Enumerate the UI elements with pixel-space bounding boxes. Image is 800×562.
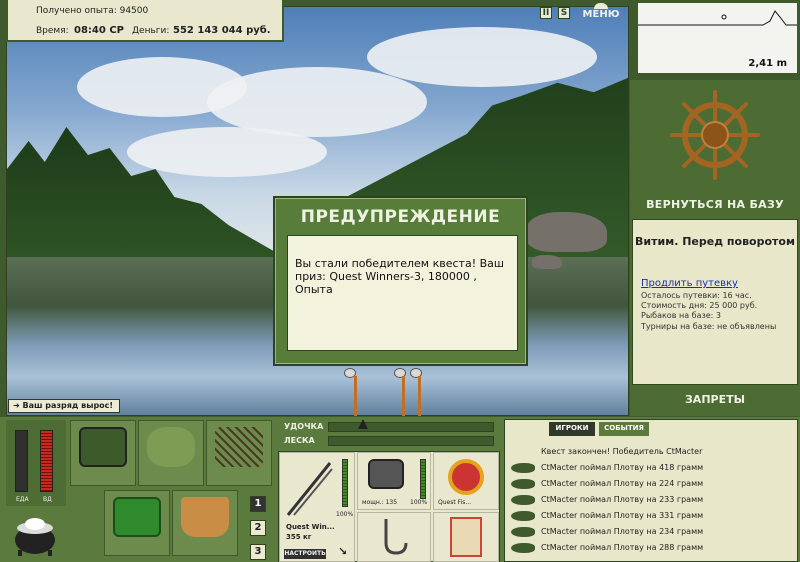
- bag-icon: [79, 427, 127, 467]
- bucket-icon: [181, 497, 229, 537]
- catch-line: CtMacter поймал Плотву на 288 грамм: [541, 543, 704, 552]
- bans-button[interactable]: ЗАПРЕТЫ: [630, 393, 800, 406]
- fish-icon: [511, 543, 535, 553]
- inventory-tab-1[interactable]: 1: [250, 496, 266, 512]
- line-spool-icon: [448, 459, 484, 495]
- rod-1[interactable]: [354, 376, 357, 416]
- float-marker: [721, 14, 727, 20]
- reel-power: мощн.: 135: [362, 499, 398, 506]
- inventory-tab-3[interactable]: 3: [250, 544, 266, 560]
- base-name: Витим. Перед поворотом: [635, 235, 795, 248]
- tournaments-info: Турниры на базе: не объявлены: [641, 322, 777, 331]
- tension-pointer-icon: [358, 419, 368, 429]
- time-label: Время:: [36, 26, 69, 36]
- inventory-slot-net[interactable]: [206, 420, 272, 486]
- setup-button[interactable]: НАСТРОИТЬ: [284, 549, 326, 559]
- menu-button[interactable]: МЕНЮ: [580, 3, 622, 23]
- rod-percent: 100%: [336, 511, 354, 518]
- inventory-slot-bag[interactable]: [70, 420, 136, 486]
- depth-panel: 2,41 m: [635, 0, 800, 76]
- anglers-count: Рыбаков на базе: 3: [641, 311, 721, 320]
- basket-icon: [113, 497, 161, 537]
- rod-2[interactable]: [402, 376, 405, 416]
- rank-up-banner[interactable]: ➜ Ваш разряд вырос!: [8, 399, 120, 413]
- expand-arrow-icon[interactable]: ↘: [338, 545, 347, 558]
- food-bar: [15, 430, 28, 492]
- rod-icon: [286, 462, 333, 516]
- sack-icon: [147, 427, 195, 467]
- tab-players[interactable]: ИГРОКИ: [549, 422, 595, 436]
- rod-durability-bar: [342, 459, 348, 507]
- fish-icon: [511, 511, 535, 521]
- depth-value: 2,41 m: [748, 58, 787, 69]
- bait-cell[interactable]: [433, 512, 499, 562]
- inventory-slot-sack[interactable]: [138, 420, 204, 486]
- hook-icon: [384, 519, 408, 555]
- tackle-panel: 100% Quest Win... 355 кг НАСТРОИТЬ ↘ мощ…: [278, 451, 500, 562]
- reel-cell[interactable]: мощн.: 135 100%: [357, 452, 431, 510]
- fish-icon: [511, 495, 535, 505]
- rod-tension-label: УДОЧКА: [284, 422, 324, 431]
- money-label: Деньги:: [132, 26, 170, 36]
- rod-weight: 355 кг: [286, 533, 312, 541]
- dialog-message: Вы стали победителем квеста! Ваш приз: Q…: [287, 235, 518, 351]
- rod-3[interactable]: [418, 376, 421, 416]
- fish-icon: [511, 463, 535, 473]
- alcohol-label: ВД: [43, 496, 52, 503]
- net-icon: [215, 427, 263, 467]
- inventory-slot-bucket[interactable]: [172, 490, 238, 556]
- arrow-icon: ➜: [13, 401, 23, 410]
- ship-wheel-icon[interactable]: [670, 90, 760, 180]
- line-cell[interactable]: Quest Fis...: [433, 452, 499, 510]
- inventory-slot-basket[interactable]: [104, 490, 170, 556]
- line-tension-bar: [328, 436, 494, 446]
- rod-name: Quest Win...: [286, 523, 335, 531]
- cloud: [367, 27, 597, 87]
- rank-up-text: Ваш разряд вырос!: [22, 401, 114, 410]
- hook-cell[interactable]: [357, 512, 431, 562]
- warning-dialog[interactable]: ПРЕДУПРЕЖДЕНИЕ Вы стали победителем квес…: [273, 196, 528, 366]
- catch-line: CtMacter поймал Плотву на 331 грамм: [541, 511, 704, 520]
- rock: [527, 212, 607, 252]
- events-panel: ИГРОКИ СОБЫТИЯ Квест закончен! Победител…: [504, 419, 798, 562]
- return-to-base-button[interactable]: ВЕРНУТЬСЯ НА БАЗУ: [630, 198, 800, 211]
- quest-finished-line: Квест закончен! Победитель CtMacter: [541, 447, 703, 456]
- base-info-box: Витим. Перед поворотом Продлить путевку …: [632, 219, 798, 385]
- reel-durability-bar: [420, 459, 426, 499]
- rock: [532, 255, 562, 269]
- reel-icon: [368, 459, 404, 489]
- tab-events[interactable]: СОБЫТИЯ: [599, 422, 649, 436]
- rod-cell[interactable]: 100% Quest Win... 355 кг НАСТРОИТЬ ↘: [279, 452, 355, 562]
- alcohol-bar: [40, 430, 53, 492]
- time-value: 08:40 СР: [74, 25, 124, 36]
- catch-line: CtMacter поймал Плотву на 234 грамм: [541, 527, 704, 536]
- day-cost: Стоимость дня: 25 000 руб.: [641, 301, 758, 310]
- cloud: [127, 127, 327, 177]
- pause-icon[interactable]: II: [540, 7, 552, 19]
- player-stats-box: Получено опыта: 94500 Время: 08:40 СР Де…: [6, 0, 284, 42]
- food-label: ЕДА: [16, 496, 29, 503]
- tension-meter: УДОЧКА ЛЕСКА: [278, 419, 498, 451]
- fish-icon: [511, 479, 535, 489]
- catch-line: CtMacter поймал Плотву на 224 грамм: [541, 479, 704, 488]
- extend-permit-link[interactable]: Продлить путевку: [641, 278, 738, 289]
- permit-remaining: Осталось путевки: 16 час.: [641, 291, 752, 300]
- rod-tension-bar: [328, 422, 494, 432]
- line-tension-label: ЛЕСКА: [284, 436, 315, 445]
- inventory-tab-2[interactable]: 2: [250, 520, 266, 536]
- catch-line: CtMacter поймал Плотву на 233 грамм: [541, 495, 704, 504]
- fish-icon: [511, 527, 535, 537]
- reel-percent: 100%: [410, 499, 428, 506]
- cauldron-icon[interactable]: [10, 510, 60, 556]
- catch-line: CtMacter поймал Плотву на 418 грамм: [541, 463, 704, 472]
- menu-label: МЕНЮ: [582, 9, 620, 20]
- bait-box-icon: [450, 517, 482, 557]
- money-value: 552 143 044 руб.: [173, 25, 271, 36]
- dialog-title: ПРЕДУПРЕЖДЕНИЕ: [300, 207, 501, 227]
- s-icon[interactable]: S: [558, 7, 570, 19]
- line-name: Quest Fis...: [438, 499, 472, 506]
- experience-label: Получено опыта: 94500: [36, 6, 149, 16]
